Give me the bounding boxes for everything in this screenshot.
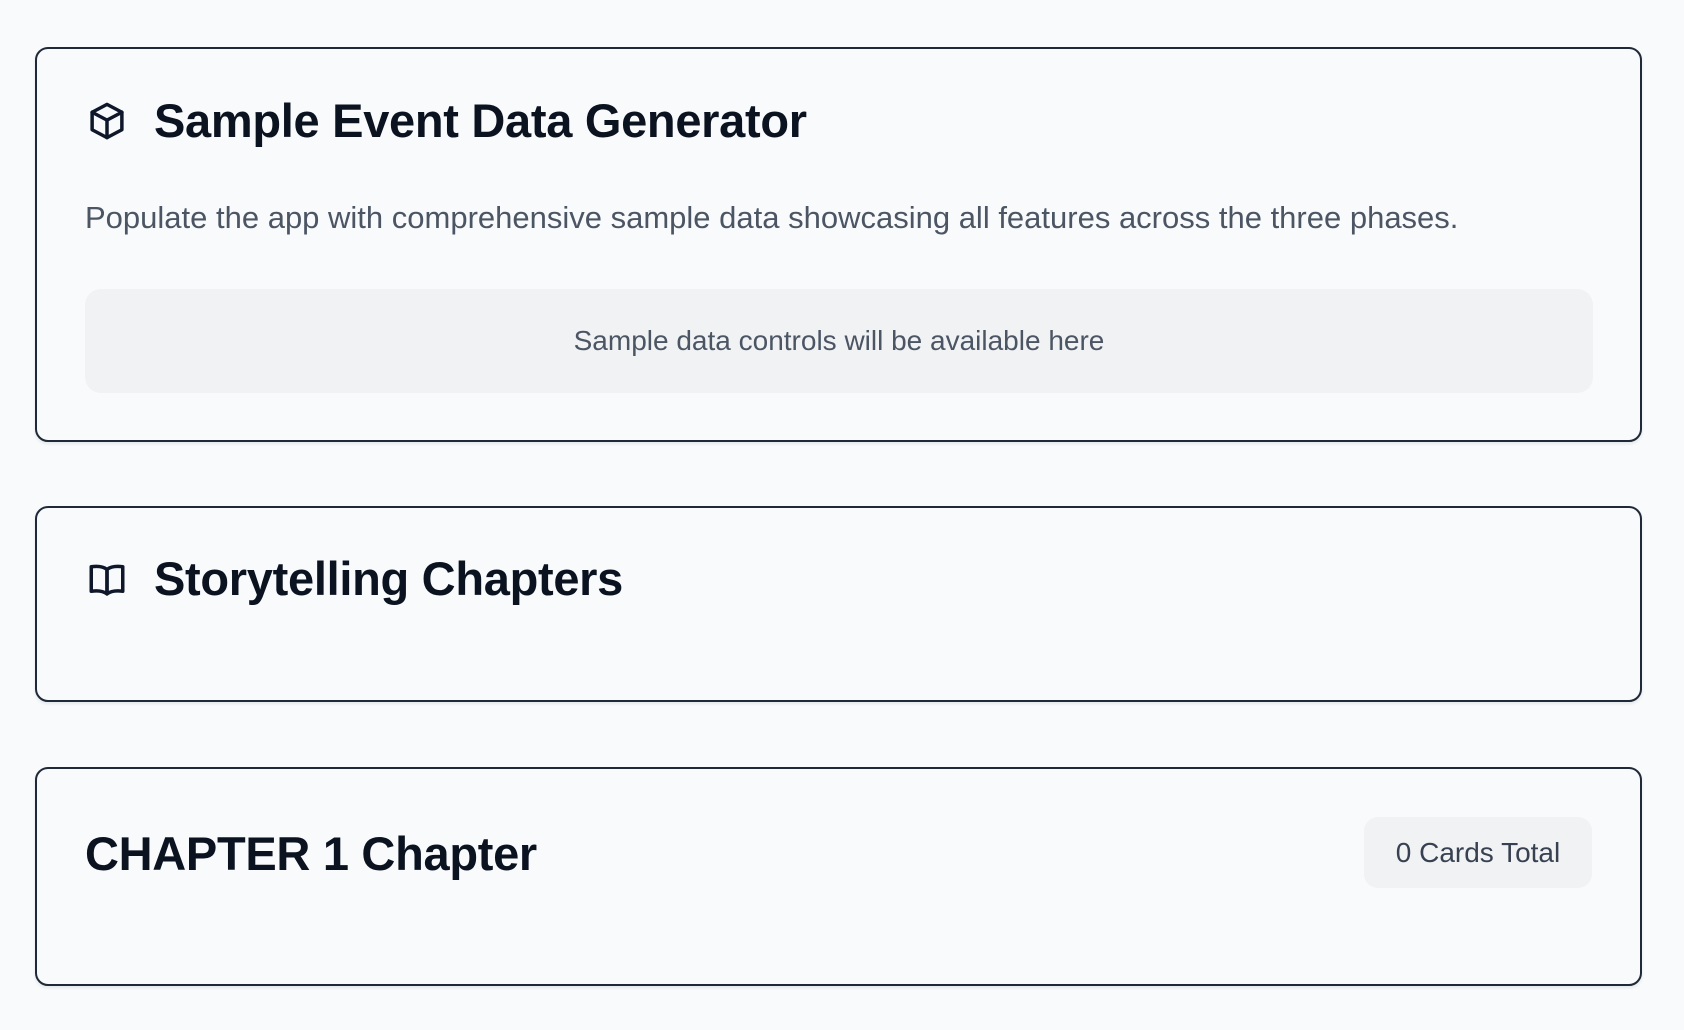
storytelling-title: Storytelling Chapters	[154, 552, 624, 605]
storytelling-chapters-card: Storytelling Chapters	[35, 506, 1642, 702]
sample-data-generator-card: Sample Event Data Generator Populate the…	[35, 47, 1642, 442]
book-open-icon	[85, 557, 129, 601]
storytelling-header: Storytelling Chapters	[85, 555, 623, 602]
generator-title: Sample Event Data Generator	[154, 94, 807, 147]
generator-description: Populate the app with comprehensive samp…	[85, 200, 1459, 235]
chapter-card[interactable]: CHAPTER 1 Chapter 0 Cards Total	[35, 767, 1642, 986]
cards-total-badge: 0 Cards Total	[1364, 817, 1592, 888]
generator-header: Sample Event Data Generator	[85, 97, 807, 144]
cube-icon	[85, 99, 129, 143]
sample-data-controls-placeholder: Sample data controls will be available h…	[85, 289, 1593, 393]
chapter-title: CHAPTER 1 Chapter	[85, 827, 537, 880]
